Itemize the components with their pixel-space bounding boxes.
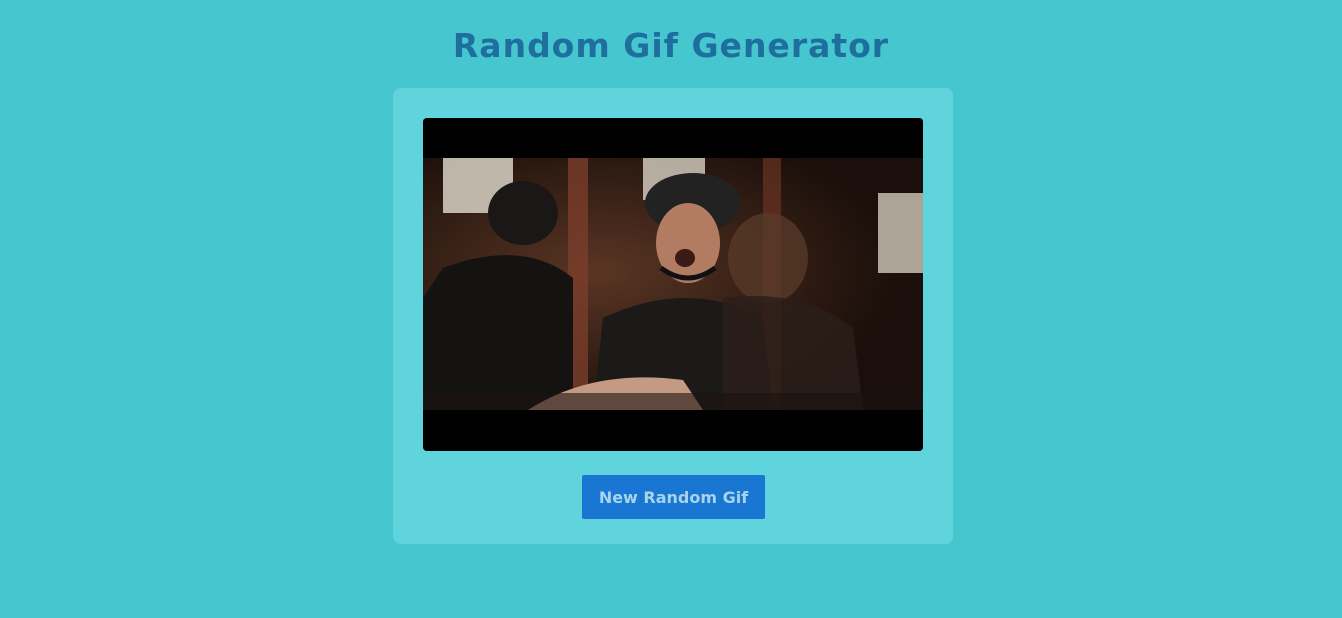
gif-card: New Random Gif <box>393 88 953 544</box>
gif-image <box>423 118 923 451</box>
new-random-gif-button[interactable]: New Random Gif <box>582 475 765 519</box>
page-title: Random Gif Generator <box>452 26 890 65</box>
